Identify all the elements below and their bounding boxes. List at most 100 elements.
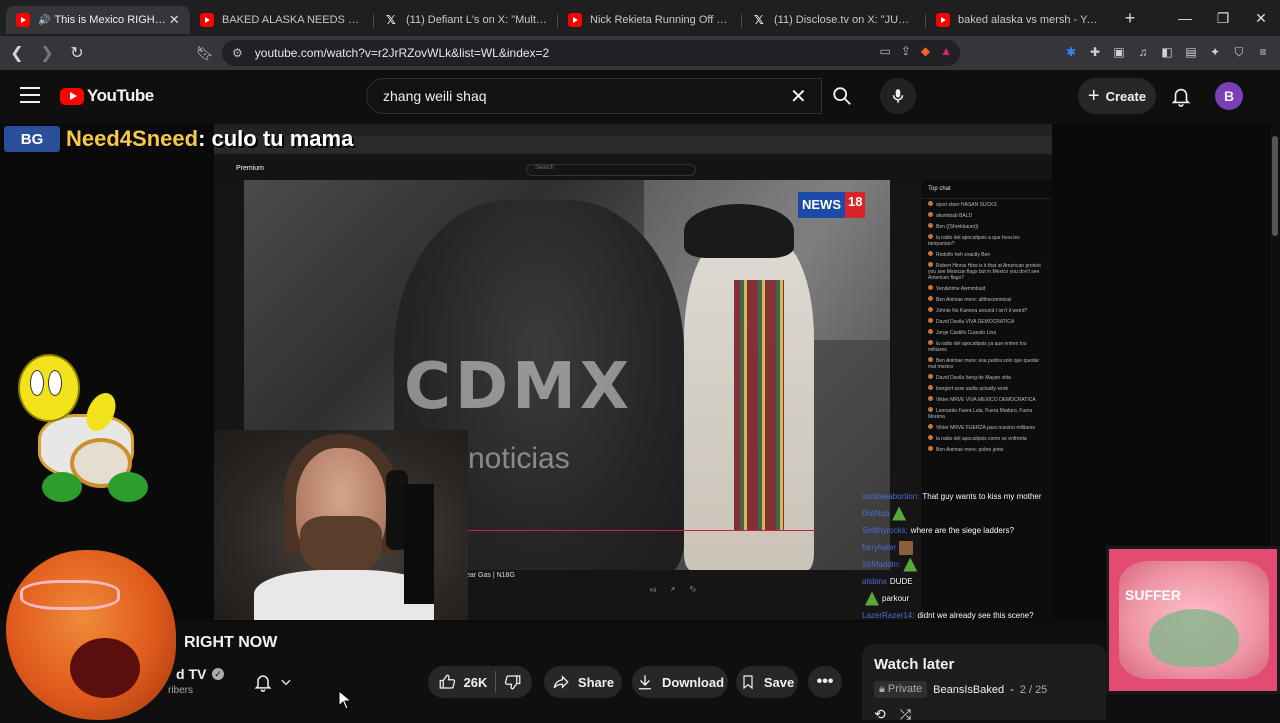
close-tab-icon[interactable]: ✕: [168, 12, 180, 28]
speaker-icon[interactable]: 🔊: [38, 15, 50, 26]
chat-feed-text: where are the siege ladders?: [910, 526, 1014, 535]
dislike-button[interactable]: [504, 673, 522, 691]
puzzle-icon[interactable]: ✚: [1086, 42, 1104, 62]
notifications-button[interactable]: [1170, 84, 1192, 113]
minimize-icon[interactable]: —: [1166, 0, 1204, 36]
hamburger-menu-icon[interactable]: [20, 87, 40, 103]
koopa-foot: [108, 472, 148, 502]
share-button[interactable]: Share: [544, 666, 622, 698]
share-icon: [553, 675, 569, 689]
captured-chat-message: Rodolfo heh exactly Ben: [922, 249, 1052, 260]
browser-toolbar: ❮ ❯ ↻ 🔖︎ ⚙ youtube.com/watch?v=r2JrRZovW…: [0, 36, 1280, 70]
subscription-bell-button[interactable]: [253, 672, 293, 692]
black-hat: [684, 204, 794, 258]
screenshot-icon[interactable]: ▣: [1110, 42, 1128, 62]
orange-blob-sticker: [0, 540, 184, 720]
browser-tab[interactable]: 𝕏 (11) Disclose.tv on X: "JUST IN -: [742, 6, 926, 34]
like-button[interactable]: 26K: [438, 673, 487, 691]
download-label: Download: [661, 674, 725, 690]
chat-avatar-icon: [928, 234, 933, 239]
stream-chat-feed: sundaeabortion: That guy wants to kiss my…: [862, 488, 1052, 624]
captured-like-icon: 👍︎: [650, 588, 657, 594]
window-controls: — ❐ ✕: [1166, 0, 1280, 36]
restore-icon[interactable]: ❐: [1204, 0, 1242, 36]
chat-avatar-icon: [928, 407, 933, 412]
tab-title: BAKED ALASKA NEEDS MILK! #y: [222, 14, 364, 26]
chat-avatar-icon: [928, 446, 933, 451]
more-dots-icon: •••: [816, 673, 834, 690]
captured-action-row: 👍︎ ↗ 🔖︎: [650, 586, 697, 594]
shuffle-icon[interactable]: ⤮: [900, 706, 911, 723]
leo-icon[interactable]: ✦: [1206, 42, 1224, 62]
forward-icon[interactable]: ❯: [34, 40, 60, 66]
chat-avatar-icon: [928, 318, 933, 323]
loop-icon[interactable]: ⟲: [874, 706, 886, 723]
extension-icon[interactable]: ✱: [1062, 42, 1080, 62]
youtube-favicon-icon: [200, 13, 214, 27]
cast-icon[interactable]: ▭: [879, 44, 890, 58]
microphone-icon: [892, 89, 904, 103]
chat-feed-text: DUDE: [889, 577, 913, 586]
search-button[interactable]: [822, 78, 862, 114]
chat-avatar-icon: [928, 435, 933, 440]
browser-tab[interactable]: 𝕏 (11) Defiant L's on X: "Multiple n: [374, 6, 558, 34]
scrollbar-thumb[interactable]: [1272, 136, 1278, 236]
thumbs-up-icon: [439, 674, 455, 689]
chat-avatar-icon: [928, 251, 933, 256]
captured-youtube-header: Premium Search: [214, 160, 1052, 180]
browser-tab[interactable]: Nick Rekieta Running Off Uncivil: [558, 6, 742, 34]
more-actions-button[interactable]: •••: [808, 666, 842, 698]
captured-chat-text: Vikter MRVE FUERZA para nuestro militare…: [936, 425, 1036, 431]
mouse-cursor-icon: [338, 690, 352, 710]
media-icon[interactable]: ♫: [1134, 42, 1152, 62]
download-button[interactable]: Download: [632, 666, 728, 698]
chat-feed-message: SirMaddin:: [862, 556, 1052, 573]
browser-tab[interactable]: 🔊 This is Mexico RIGHT NOW ✕: [6, 6, 190, 34]
bookmark-icon[interactable]: 🔖︎: [196, 45, 214, 62]
captured-chat-message: Johnie No Kamera around I isn't it weird…: [922, 305, 1052, 316]
site-info-icon[interactable]: ⚙: [232, 46, 243, 60]
captured-chat-message: sport steer HASAN SUCKS: [922, 199, 1052, 210]
playlist-owner[interactable]: BeansIsBaked: [933, 684, 1004, 696]
captured-video-title: ear Gas | N18G: [466, 572, 515, 579]
extension-bar: ✱ ✚ ▣ ♫ ◧ ▤ ✦ ⛉ ≡: [1062, 42, 1272, 62]
new-tab-button[interactable]: +: [1118, 8, 1142, 29]
voice-search-button[interactable]: [880, 78, 916, 114]
clear-search-icon[interactable]: ✕: [790, 84, 807, 109]
beard: [300, 516, 382, 576]
blob-glasses: [20, 580, 120, 610]
stream-chat-highlight: BG Need4Sneed : culo tu mama: [4, 124, 353, 154]
address-bar[interactable]: ⚙ youtube.com/watch?v=r2JrRZovWLk&list=W…: [222, 40, 960, 66]
playlist-title[interactable]: Watch later: [874, 656, 1094, 673]
stream-username: Need4Sneed: [66, 126, 199, 151]
reload-icon[interactable]: ↻: [64, 40, 90, 66]
create-button[interactable]: + Create: [1078, 78, 1156, 114]
wallet-icon[interactable]: ▤: [1182, 42, 1200, 62]
search-input[interactable]: zhang weili shaq: [366, 78, 822, 114]
youtube-favicon-icon: [16, 13, 30, 27]
account-avatar[interactable]: B: [1215, 82, 1243, 110]
share-page-icon[interactable]: ⇪: [901, 44, 911, 58]
browser-tab[interactable]: baked alaska vs mersh - YouTube: [926, 6, 1110, 34]
sidebar-icon[interactable]: ◧: [1158, 42, 1176, 62]
captured-chat-text: Rodolfo heh exactly Ben: [936, 252, 991, 258]
close-window-icon[interactable]: ✕: [1242, 0, 1280, 36]
chat-avatar-icon: [928, 223, 933, 228]
koopa-eye: [48, 370, 62, 396]
menu-icon[interactable]: ≡: [1254, 42, 1272, 62]
microphone-arm: [404, 484, 434, 604]
youtube-header: YouTube zhang weili shaq ✕ + Create B: [0, 70, 1280, 124]
captured-chat-text: Ben Animae more: allthecommissi: [936, 297, 1012, 303]
chat-emote-icon: [899, 540, 914, 555]
brave-shield-icon[interactable]: ◆: [921, 44, 930, 58]
youtube-wordmark: YouTube: [87, 86, 154, 105]
brave-rewards-icon[interactable]: ▲: [940, 44, 952, 58]
save-button[interactable]: Save: [736, 666, 798, 698]
vpn-icon[interactable]: ⛉: [1230, 42, 1248, 62]
playlist-meta: 🔒︎ Private BeansIsBaked - 2 / 25: [874, 681, 1094, 698]
browser-tab[interactable]: BAKED ALASKA NEEDS MILK! #y: [190, 6, 374, 34]
captured-chat-message: Jorge Castillo Cuando Lina: [922, 327, 1052, 338]
back-icon[interactable]: ❮: [4, 40, 30, 66]
youtube-logo[interactable]: YouTube: [60, 86, 154, 106]
chat-emote-icon: [865, 591, 879, 606]
